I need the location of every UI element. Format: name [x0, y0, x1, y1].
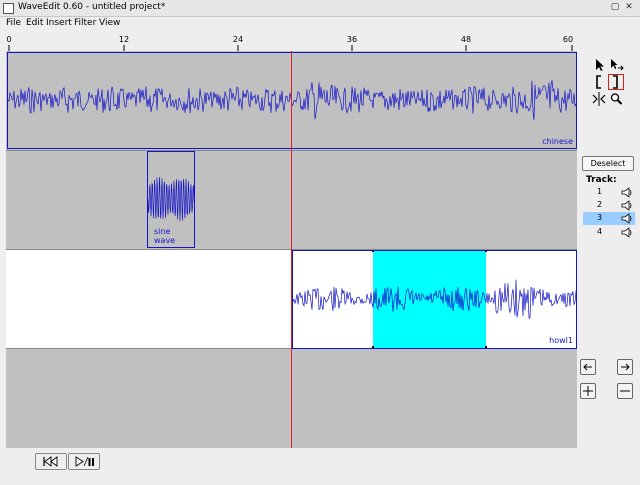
- menu-filter[interactable]: Filter: [74, 18, 96, 28]
- minus-icon: [620, 390, 630, 392]
- ruler-tick-label: 48: [460, 35, 472, 44]
- scroll-left-button[interactable]: [580, 359, 596, 375]
- speaker-icon[interactable]: [621, 227, 633, 241]
- app-icon: [3, 3, 14, 14]
- arrow-right-icon: [621, 363, 630, 371]
- title-bar: WaveEdit 0.60 - untitled project* ▢ ✕: [0, 0, 640, 17]
- clip-name: howl1: [549, 336, 573, 345]
- pointer-icon[interactable]: [591, 57, 607, 73]
- time-ruler[interactable]: 0 12 24 36 48 60: [6, 35, 577, 52]
- rewind-icon: [43, 456, 58, 467]
- arrow-left-icon: [583, 363, 592, 371]
- audio-clip-howl1[interactable]: howl1: [292, 250, 577, 349]
- track-number: 1: [597, 187, 603, 196]
- track-row-3-selected[interactable]: 3: [583, 212, 635, 225]
- ruler-tick-label: 24: [232, 35, 244, 44]
- menu-edit[interactable]: Edit: [26, 18, 43, 28]
- track-row-1[interactable]: 1: [583, 186, 635, 199]
- track-list-label: Track:: [586, 175, 617, 185]
- clip-name: chinese: [542, 137, 573, 146]
- waveform: [8, 80, 576, 120]
- play-pause-icon: [75, 456, 94, 467]
- ruler-tick-label: 12: [118, 35, 130, 44]
- split-icon[interactable]: [591, 91, 607, 107]
- audio-clip-sine-wave[interactable]: sine wave: [147, 151, 195, 248]
- track-number: 4: [597, 227, 603, 236]
- menu-insert[interactable]: Insert: [46, 18, 72, 28]
- menu-view[interactable]: View: [99, 18, 120, 28]
- deselect-button[interactable]: Deselect: [582, 156, 634, 171]
- menu-file[interactable]: File: [6, 18, 21, 28]
- track-row-2[interactable]: 2: [583, 199, 635, 212]
- track-number: 2: [597, 200, 603, 209]
- minimize-icon[interactable]: ▢: [610, 2, 620, 12]
- clip-name: sine wave: [154, 227, 176, 245]
- track-row-4[interactable]: 4: [583, 226, 635, 239]
- play-pause-button[interactable]: [68, 453, 100, 470]
- ruler-tick-label: 36: [346, 35, 358, 44]
- ruler-tick-label: 0: [6, 35, 12, 44]
- menu-bar: File Edit Insert Filter View: [0, 17, 640, 31]
- zoom-icon[interactable]: [608, 91, 624, 107]
- tracks-area[interactable]: chinese sine wave howl1: [6, 51, 577, 448]
- close-icon[interactable]: ✕: [624, 2, 634, 12]
- zoom-out-button[interactable]: [617, 383, 633, 399]
- scroll-right-button[interactable]: [617, 359, 633, 375]
- speaker-icon[interactable]: [621, 213, 633, 227]
- audio-clip-chinese[interactable]: chinese: [7, 52, 577, 149]
- rewind-button[interactable]: [35, 453, 67, 470]
- transport-controls: [35, 453, 101, 470]
- move-tool-icon[interactable]: [608, 57, 624, 73]
- track-number: 3: [597, 213, 603, 222]
- select-end-icon[interactable]: [608, 74, 624, 90]
- plus-icon: [583, 386, 593, 396]
- playhead[interactable]: [291, 51, 292, 448]
- ruler-tick-label: 60: [562, 35, 574, 44]
- select-start-icon[interactable]: [591, 74, 607, 90]
- waveform: [293, 251, 576, 348]
- zoom-in-button[interactable]: [580, 383, 596, 399]
- window-title: WaveEdit 0.60 - untitled project*: [18, 2, 166, 12]
